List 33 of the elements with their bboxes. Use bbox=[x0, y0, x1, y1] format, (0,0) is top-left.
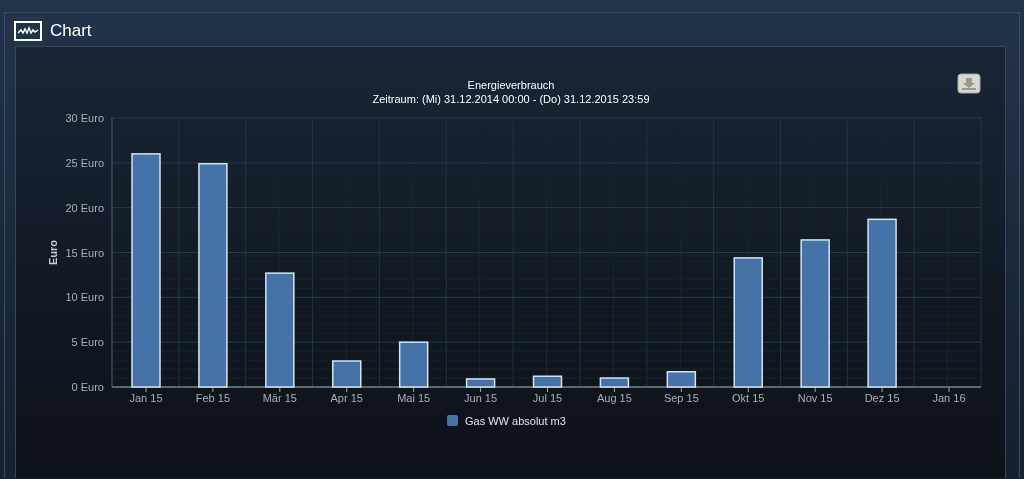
download-button[interactable] bbox=[957, 73, 981, 94]
bar bbox=[332, 360, 362, 388]
axis-label: 25 Euro bbox=[65, 156, 104, 169]
axis-label: Mär 15 bbox=[262, 392, 297, 404]
axis-label: Feb 15 bbox=[195, 392, 231, 404]
chart-icon bbox=[14, 21, 42, 41]
axis-label: Jun 15 bbox=[464, 392, 498, 404]
axis-label: 0 Euro bbox=[71, 381, 104, 393]
bar bbox=[532, 375, 563, 388]
axis-label: Okt 15 bbox=[732, 392, 765, 404]
bar bbox=[599, 377, 630, 388]
bar bbox=[666, 371, 697, 388]
chart-title: Energieverbrauch bbox=[467, 79, 555, 91]
axis-label: Mai 15 bbox=[397, 392, 431, 404]
bar bbox=[398, 341, 429, 388]
chart-subtitle: Zeitraum: (Mi) 31.12.2014 00:00 - (Do) 31.12.2015 23:59 bbox=[372, 93, 650, 105]
axis-title: Euro bbox=[47, 239, 59, 266]
bar bbox=[465, 378, 496, 388]
axis-label: 5 Euro bbox=[71, 336, 104, 349]
axis-label: 30 Euro bbox=[65, 112, 104, 124]
legend-label[interactable]: Gas WW absolut m3 bbox=[465, 415, 566, 427]
axis-label: 10 Euro bbox=[65, 291, 104, 304]
axis-label: Jul 15 bbox=[532, 392, 563, 404]
axis-label: Nov 15 bbox=[797, 392, 833, 404]
axis-label: Aug 15 bbox=[597, 392, 632, 404]
axis-label: 20 Euro bbox=[65, 201, 104, 214]
axis-label: Jan 16 bbox=[932, 392, 966, 404]
axis-label: Sep 15 bbox=[663, 392, 699, 404]
axis-label: Apr 15 bbox=[330, 392, 363, 404]
panel-title: Chart bbox=[50, 21, 92, 41]
axis-label: 15 Euro bbox=[65, 246, 104, 259]
axis-label: Dez 15 bbox=[864, 392, 900, 404]
axis-label: Jan 15 bbox=[129, 392, 163, 404]
